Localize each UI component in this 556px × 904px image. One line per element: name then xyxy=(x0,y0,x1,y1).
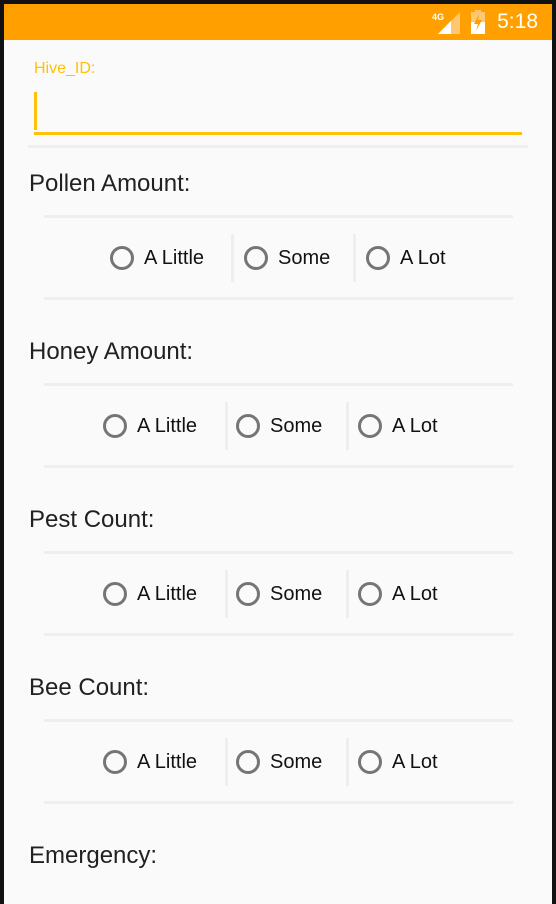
option-label: A Lot xyxy=(392,414,438,437)
radio-icon xyxy=(358,750,382,774)
radio-icon xyxy=(236,750,260,774)
radio-icon xyxy=(358,414,382,438)
radio-icon xyxy=(366,246,390,270)
hive-id-label: Hive_ID: xyxy=(34,60,96,77)
divider xyxy=(44,719,513,722)
pest-a-lot-radio[interactable]: A Lot xyxy=(358,579,438,609)
option-label: A Lot xyxy=(392,582,438,605)
option-label: Some xyxy=(270,414,323,437)
emergency-label: Emergency: xyxy=(29,842,158,869)
option-label: A Little xyxy=(144,246,205,269)
clock: 5:18 xyxy=(497,10,538,33)
divider xyxy=(353,234,356,282)
option-label: A Lot xyxy=(400,246,446,269)
radio-icon xyxy=(244,246,268,270)
option-label: Some xyxy=(270,750,323,773)
honey-amount-label: Honey Amount: xyxy=(29,338,194,365)
signal-4g-icon: 4G xyxy=(432,12,460,34)
pest-a-little-radio[interactable]: A Little xyxy=(103,579,197,609)
radio-icon xyxy=(103,582,127,606)
divider xyxy=(346,738,349,786)
honey-some-radio[interactable]: Some xyxy=(236,411,322,441)
divider xyxy=(225,738,228,786)
radio-icon xyxy=(110,246,134,270)
divider xyxy=(44,297,513,300)
honey-a-little-radio[interactable]: A Little xyxy=(103,411,197,441)
text-cursor xyxy=(34,92,37,130)
pollen-amount-label: Pollen Amount: xyxy=(29,170,191,197)
divider xyxy=(231,234,234,282)
pest-count-label: Pest Count: xyxy=(29,506,155,533)
pollen-some-radio[interactable]: Some xyxy=(244,243,330,273)
bee-count-label: Bee Count: xyxy=(29,674,150,701)
pollen-a-little-radio[interactable]: A Little xyxy=(110,243,204,273)
hive-id-input[interactable] xyxy=(34,90,522,135)
screen: 4G 5:18 Hive_ID: Pollen Amount: A Little… xyxy=(4,4,552,904)
option-label: A Little xyxy=(137,414,198,437)
divider xyxy=(44,633,513,636)
svg-text:4G: 4G xyxy=(432,12,444,22)
option-label: A Little xyxy=(137,750,198,773)
status-bar: 4G 5:18 xyxy=(4,4,552,40)
pest-some-radio[interactable]: Some xyxy=(236,579,322,609)
divider xyxy=(44,215,513,218)
divider xyxy=(225,402,228,450)
option-label: A Little xyxy=(137,582,198,605)
option-label: Some xyxy=(270,582,323,605)
radio-icon xyxy=(103,414,127,438)
divider xyxy=(225,570,228,618)
divider xyxy=(346,570,349,618)
honey-a-lot-radio[interactable]: A Lot xyxy=(358,411,438,441)
divider xyxy=(44,383,513,386)
divider xyxy=(44,465,513,468)
radio-icon xyxy=(236,414,260,438)
divider xyxy=(44,801,513,804)
option-label: Some xyxy=(278,246,331,269)
divider xyxy=(28,145,528,148)
bee-a-little-radio[interactable]: A Little xyxy=(103,747,197,777)
radio-icon xyxy=(103,750,127,774)
divider xyxy=(44,551,513,554)
bee-some-radio[interactable]: Some xyxy=(236,747,322,777)
divider xyxy=(346,402,349,450)
radio-icon xyxy=(358,582,382,606)
battery-charging-icon xyxy=(471,10,485,34)
bee-a-lot-radio[interactable]: A Lot xyxy=(358,747,438,777)
pollen-a-lot-radio[interactable]: A Lot xyxy=(366,243,446,273)
radio-icon xyxy=(236,582,260,606)
option-label: A Lot xyxy=(392,750,438,773)
